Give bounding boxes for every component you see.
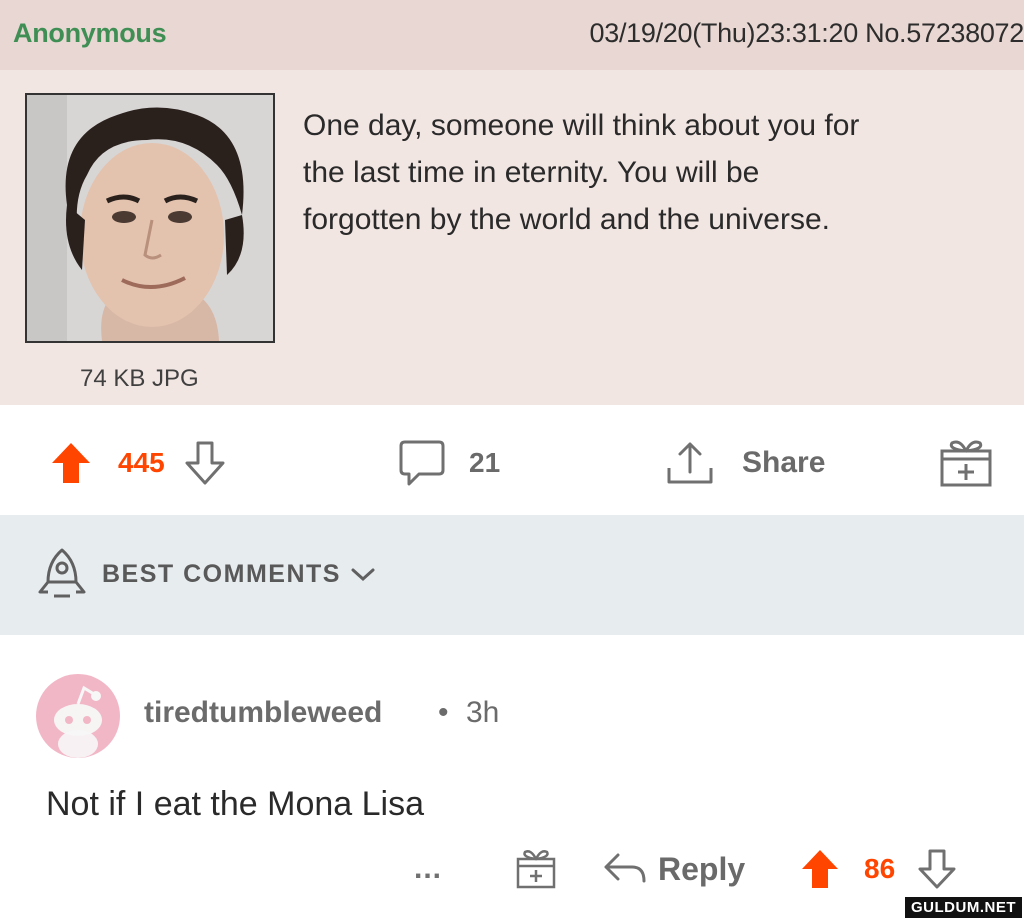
share-label: Share — [742, 446, 826, 479]
downvote-arrow-icon[interactable] — [917, 848, 957, 890]
comment-vote-count: 86 — [864, 853, 896, 884]
share-icon — [667, 442, 713, 484]
award-gift-icon — [516, 850, 556, 889]
face-photo-icon — [27, 95, 273, 341]
image-file-info: 74 KB JPG — [80, 365, 199, 392]
avatar[interactable] — [36, 674, 120, 758]
post-text-line: the last time in eternity. You will be — [303, 156, 760, 189]
downvote-arrow-icon[interactable] — [183, 440, 227, 486]
post-header: Anonymous 03/19/20(Thu)23:31:20 No.57238… — [0, 0, 1024, 70]
more-options-button[interactable]: ... — [414, 844, 442, 894]
reply-label: Reply — [658, 850, 746, 887]
comment-award-button[interactable] — [514, 844, 558, 894]
chevron-down-icon — [351, 568, 375, 582]
upvote-arrow-icon[interactable] — [800, 848, 840, 890]
award-button[interactable] — [936, 439, 996, 487]
upvote-arrow-icon[interactable] — [50, 441, 92, 485]
post-meta: 03/19/20(Thu)23:31:20 No.57238072 — [589, 18, 1024, 48]
snoo-avatar-icon — [54, 685, 102, 758]
comment-count: 21 — [469, 447, 501, 478]
sort-dropdown[interactable]: BEST COMMENTS — [34, 546, 377, 602]
post-text-line: One day, someone will think about you fo… — [303, 109, 860, 142]
poster-name: Anonymous — [13, 18, 167, 48]
award-gift-icon — [940, 440, 992, 487]
rocket-icon — [38, 548, 86, 598]
meta-separator: • — [438, 696, 449, 729]
comment-age: 3h — [466, 696, 500, 729]
post-action-bar: 445 21 Share — [0, 405, 1024, 513]
vote-group: 445 — [50, 439, 227, 487]
sort-label: BEST COMMENTS — [102, 559, 341, 588]
post-image[interactable] — [25, 93, 275, 343]
comments-button[interactable]: 21 — [397, 439, 500, 487]
upvote-count: 445 — [118, 447, 165, 478]
more-options-label: ... — [414, 852, 443, 885]
post-text-line: forgotten by the world and the universe. — [303, 203, 830, 236]
share-button[interactable]: Share — [665, 439, 825, 487]
reply-button[interactable]: Reply — [602, 844, 745, 894]
comment-text: Not if I eat the Mona Lisa — [46, 785, 424, 823]
comment-username[interactable]: tiredtumbleweed — [144, 696, 382, 730]
post-card: Anonymous 03/19/20(Thu)23:31:20 No.57238… — [0, 0, 1024, 405]
comment-vote-group: 86 — [800, 844, 957, 894]
post-body: One day, someone will think about you fo… — [303, 102, 1003, 243]
comment-bubble-icon — [399, 440, 445, 486]
reply-arrow-icon — [604, 853, 646, 883]
watermark: GULDUM.NET — [905, 897, 1022, 918]
